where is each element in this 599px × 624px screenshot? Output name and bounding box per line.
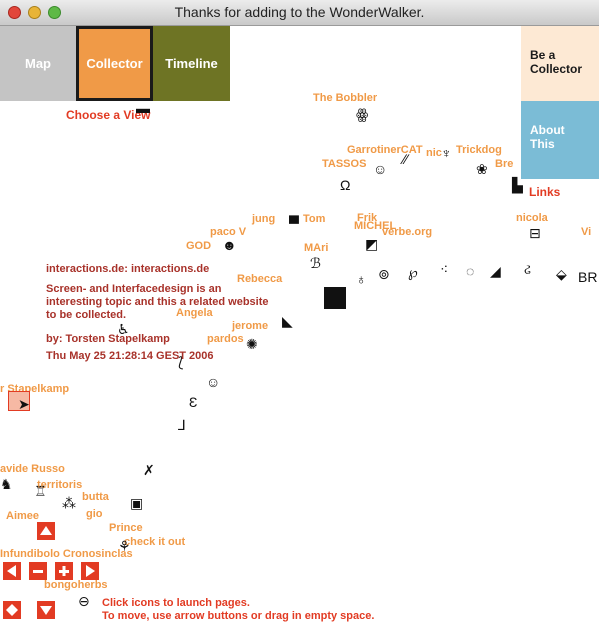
collector-icon[interactable]: ▬ <box>136 101 150 115</box>
robot-icon[interactable]: ▣ <box>130 496 143 510</box>
tom-icon[interactable]: ▀ <box>289 216 299 230</box>
collector-label[interactable]: pardos <box>207 333 244 345</box>
arrow-down-icon <box>40 606 52 615</box>
collector-view-button[interactable]: Collector <box>76 26 153 101</box>
arrow-left-icon <box>7 565 16 577</box>
nicola-icon[interactable]: ⊟ <box>529 226 541 240</box>
collector-label[interactable]: GOD <box>186 240 211 252</box>
collector-label[interactable]: Prince <box>109 522 143 534</box>
ring-icon[interactable]: ◌ <box>466 264 474 278</box>
zoom-out-button[interactable] <box>29 562 47 580</box>
links-icon: ▙ <box>512 177 523 193</box>
emoticon-icon[interactable]: ☺ <box>206 375 220 389</box>
hook-icon[interactable]: ℘ <box>408 265 418 279</box>
cluster-icon[interactable]: ❀ <box>476 162 488 176</box>
collector-label[interactable]: MAri <box>304 242 328 254</box>
pointer-icon[interactable]: ◣ <box>282 314 293 328</box>
hook-line-icon[interactable]: ⅃ <box>178 418 186 432</box>
hint-launch: Click icons to launch pages. <box>102 597 250 609</box>
collector-label[interactable]: verbe.org <box>382 226 432 238</box>
e-glyph-icon[interactable]: Ɛ <box>189 395 197 409</box>
plus-icon <box>59 566 69 576</box>
links-button[interactable]: Links <box>529 185 560 199</box>
collector-label[interactable]: Trickdog <box>456 144 502 156</box>
bobbler-icon[interactable]: ꙮ <box>356 107 368 121</box>
gem-icon[interactable]: ⬙ <box>556 267 567 281</box>
collector-label[interactable]: Aimee <box>6 510 39 522</box>
timeline-view-button[interactable]: Timeline <box>153 26 230 101</box>
collector-label[interactable]: gio <box>86 508 103 520</box>
figure-icon[interactable]: ♆ <box>441 146 452 160</box>
collector-label[interactable]: Infundibolo Cronosinclas <box>0 548 133 560</box>
detail-author: by: Torsten Stapelkamp <box>46 333 170 345</box>
collector-label[interactable]: Tom <box>303 213 325 225</box>
dots-icon[interactable]: ⁖ <box>440 262 448 276</box>
triangle-icon[interactable]: ◢ <box>490 264 501 278</box>
collector-label[interactable]: GarrotinerCAT <box>347 144 423 156</box>
reset-view-button[interactable] <box>3 601 21 619</box>
detail-date: Thu May 25 21:28:14 GEST 2006 <box>46 350 214 362</box>
letters-icon[interactable]: BR <box>578 270 597 284</box>
collector-label[interactable]: butta <box>82 491 109 503</box>
collector-label[interactable]: TASSOS <box>322 158 366 170</box>
pan-right-button[interactable] <box>81 562 99 580</box>
collector-label[interactable]: nicola <box>516 212 548 224</box>
pan-left-button[interactable] <box>3 562 21 580</box>
black-square-icon[interactable] <box>324 287 346 309</box>
about-this-button[interactable]: About This <box>521 101 599 179</box>
pan-up-button[interactable] <box>37 522 55 540</box>
zoom-in-button[interactable] <box>55 562 73 580</box>
arrow-up-icon <box>40 526 52 535</box>
collector-label[interactable]: jung <box>252 213 275 225</box>
cat-icon[interactable]: ♞ <box>0 477 13 491</box>
collector-label[interactable]: bongoherbs <box>44 579 108 591</box>
detail-description: Screen- and Interfacedesign is an intere… <box>46 283 269 321</box>
title-bar: Thanks for adding to the WonderWalker. <box>0 0 599 26</box>
smiley-icon[interactable]: ☺ <box>373 162 387 176</box>
cursor-arrow-icon: ➤ <box>18 396 30 412</box>
mouse-icon: ⊖ <box>78 593 90 609</box>
collector-label[interactable]: avide Russo <box>0 463 65 475</box>
verbe-icon[interactable]: ◩ <box>365 237 378 251</box>
collector-label[interactable]: nic <box>426 147 442 159</box>
collector-label[interactable]: check it out <box>124 536 185 548</box>
ant-icon[interactable]: ✗ <box>143 463 155 477</box>
pan-down-button[interactable] <box>37 601 55 619</box>
squiggle-icon[interactable]: ઢ <box>524 262 531 276</box>
prince-icon[interactable]: ⚘ <box>118 539 131 553</box>
minus-icon <box>33 570 43 573</box>
hint-move: To move, use arrow buttons or drag in em… <box>102 610 375 622</box>
paco-face-icon[interactable]: ☻ <box>222 238 237 252</box>
omega-icon[interactable]: Ω <box>340 178 350 192</box>
spray-icon[interactable]: ⁂ <box>62 496 76 510</box>
map-view-button[interactable]: Map <box>0 26 76 101</box>
collector-label[interactable]: Bre <box>495 158 513 170</box>
collector-label[interactable]: Vi <box>581 226 591 238</box>
spiral-icon[interactable]: ♁ <box>356 272 367 286</box>
scribble-icon[interactable]: ∕∕ <box>403 152 408 166</box>
diamond-icon <box>6 604 18 616</box>
collector-label[interactable]: The Bobbler <box>313 92 377 104</box>
bath-icon[interactable]: ♖ <box>34 484 47 498</box>
face-icon[interactable]: ⊚ <box>378 267 390 281</box>
arrow-right-icon <box>86 565 95 577</box>
detail-title: interactions.de: interactions.de <box>46 263 210 275</box>
mari-icon[interactable]: ℬ <box>310 256 321 270</box>
be-collector-button[interactable]: Be a Collector <box>521 26 599 101</box>
window-title: Thanks for adding to the WonderWalker. <box>174 4 425 20</box>
gear-icon[interactable]: ✺ <box>246 337 258 351</box>
